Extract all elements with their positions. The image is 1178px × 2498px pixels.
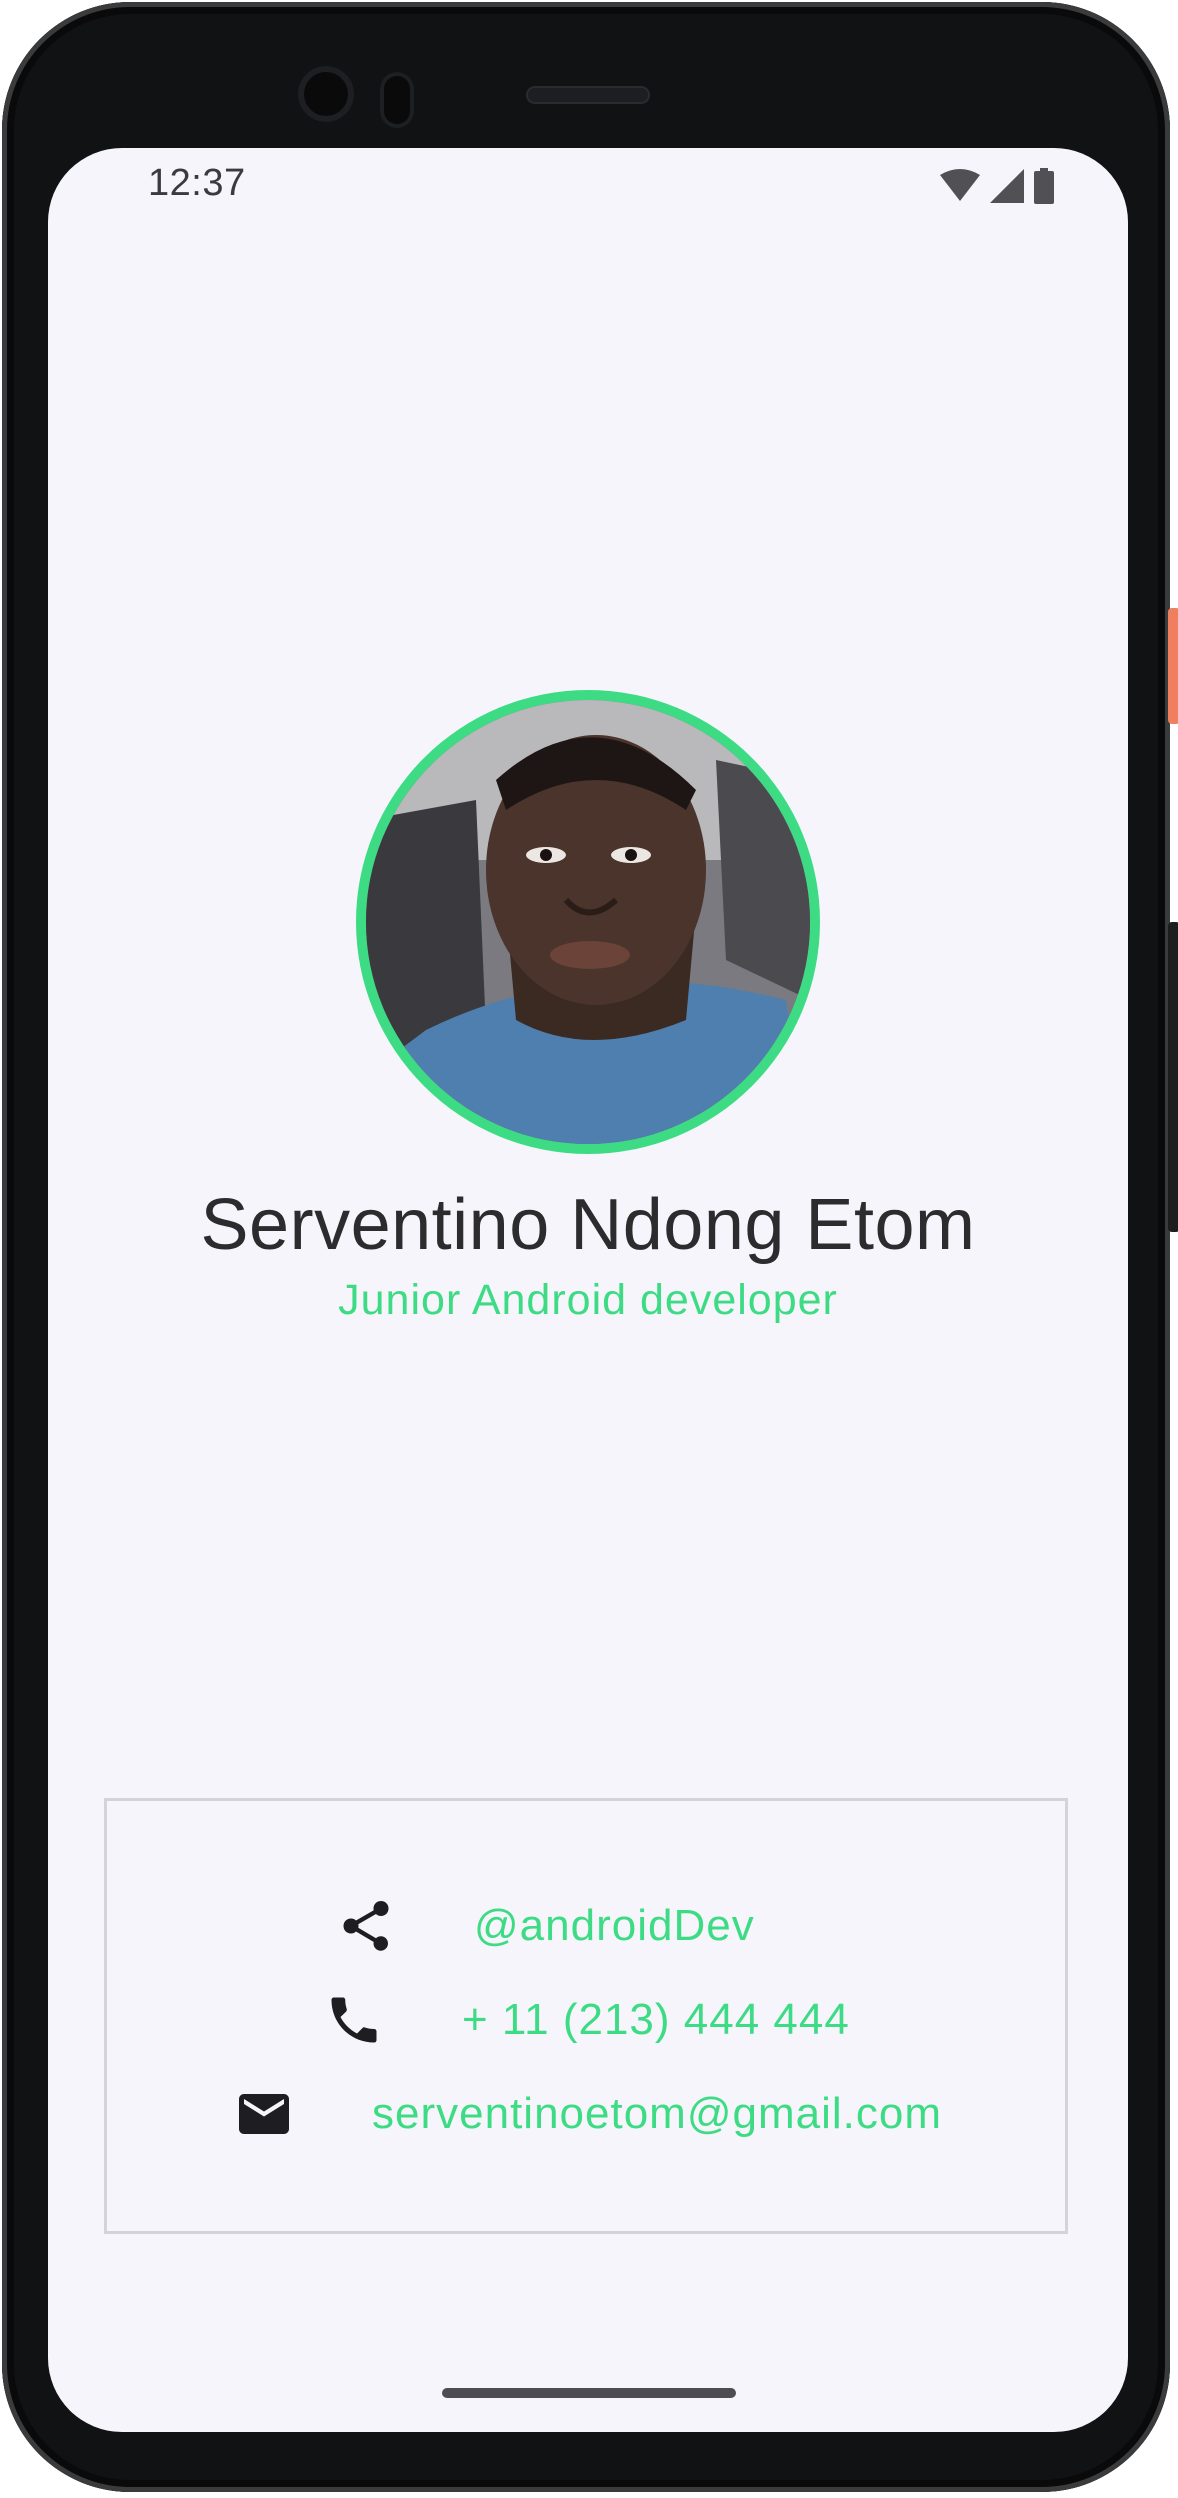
sensor <box>380 72 414 128</box>
contact-email-label: serventinoetom@gmail.com <box>372 2089 942 2138</box>
phone-frame: 12:37 Serventino Ndong Etom Junior Andro… <box>2 2 1178 2492</box>
profile-photo <box>366 700 810 1144</box>
screen: 12:37 Serventino Ndong Etom Junior Andro… <box>48 148 1128 2432</box>
contact-row-social[interactable]: @androidDev <box>336 1896 755 1956</box>
battery-icon <box>1034 168 1054 209</box>
volume-button <box>1168 922 1178 1232</box>
signal-icon <box>990 169 1024 208</box>
power-button <box>1168 608 1178 724</box>
profile-title: Junior Android developer <box>338 1276 838 1324</box>
earpiece-speaker <box>526 86 650 104</box>
profile-name: Serventino Ndong Etom <box>200 1185 976 1265</box>
wifi-icon <box>940 169 980 208</box>
contact-phone-label: + 11 (213) 444 444 <box>462 1995 850 2044</box>
front-camera <box>298 66 354 122</box>
status-icons <box>940 168 1054 209</box>
contact-row-email[interactable]: serventinoetom@gmail.com <box>234 2084 942 2144</box>
status-time: 12:37 <box>148 162 246 204</box>
phone-icon <box>324 1990 384 2050</box>
avatar <box>356 690 820 1154</box>
home-indicator[interactable] <box>442 2388 736 2398</box>
email-icon <box>234 2084 294 2144</box>
contact-social-label: @androidDev <box>474 1901 755 1950</box>
share-icon <box>336 1896 396 1956</box>
contact-row-phone[interactable]: + 11 (213) 444 444 <box>324 1990 850 2050</box>
